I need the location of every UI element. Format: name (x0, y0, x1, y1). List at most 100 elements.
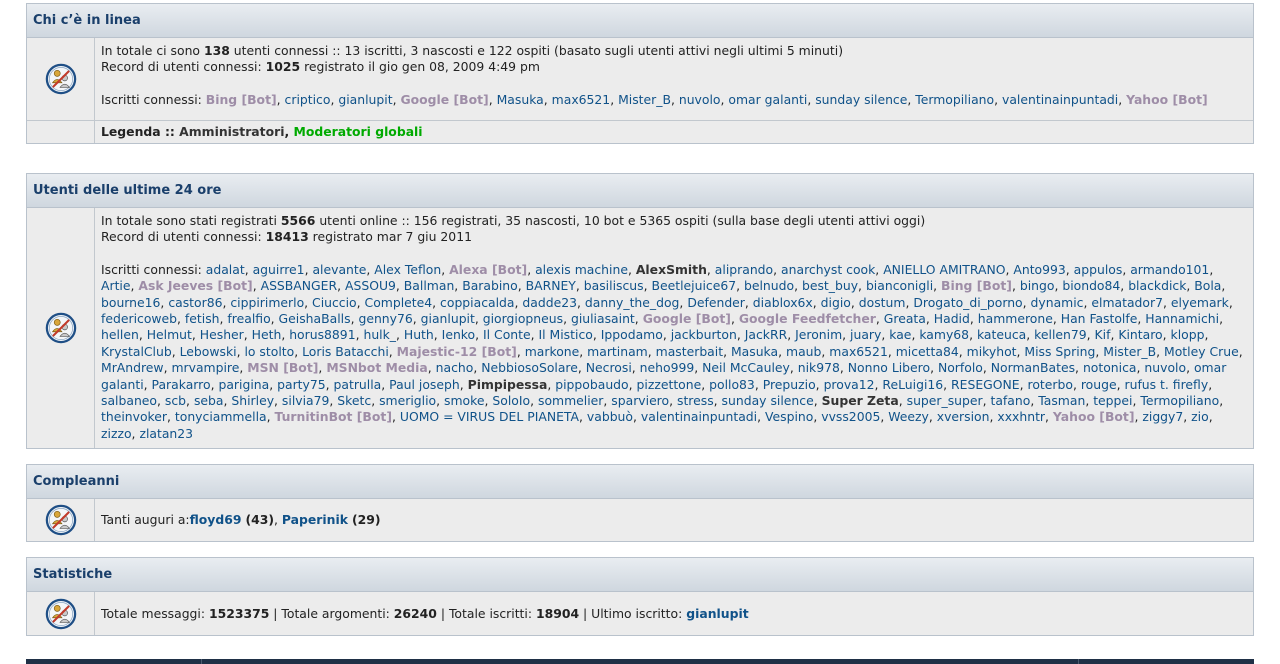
bot-link[interactable]: MSNbot Media (326, 360, 427, 375)
user-link[interactable]: Helmut (147, 327, 192, 342)
user-link[interactable]: Pimpipessa (468, 377, 548, 392)
user-link[interactable]: Tasman (1038, 393, 1085, 408)
user-link[interactable]: danny_the_dog (585, 295, 680, 310)
user-link[interactable]: Nonno Libero (848, 360, 930, 375)
user-link[interactable]: bourne16 (101, 295, 160, 310)
user-link[interactable]: Vespino (765, 409, 813, 424)
user-link[interactable]: Il Mistico (539, 327, 593, 342)
user-link[interactable]: jackburton (671, 327, 737, 342)
user-link[interactable]: rouge (1081, 377, 1117, 392)
user-link[interactable]: federicoweb (101, 311, 177, 326)
user-link[interactable]: nuvolo (1144, 360, 1186, 375)
user-link[interactable]: silvia79 (282, 393, 329, 408)
legend-administrators-link[interactable]: Amministratori (179, 124, 284, 139)
user-link[interactable]: Termopiliano (915, 92, 994, 107)
user-link[interactable]: criptico (285, 92, 331, 107)
user-link[interactable]: kateuca (977, 327, 1026, 342)
user-link[interactable]: parigina (218, 377, 269, 392)
user-link[interactable]: Anto993 (1013, 262, 1065, 277)
user-link[interactable]: Alex Teflon (374, 262, 441, 277)
user-link[interactable]: max6521 (829, 344, 888, 359)
user-link[interactable]: lo stolto (244, 344, 294, 359)
user-link[interactable]: zio (1191, 409, 1209, 424)
user-link[interactable]: valentinainpuntadi (1002, 92, 1118, 107)
newest-member-link[interactable]: gianlupit (686, 606, 748, 622)
user-link[interactable]: stress (677, 393, 714, 408)
user-link[interactable]: scb (165, 393, 186, 408)
user-link[interactable]: alexis machine (535, 262, 628, 277)
user-link[interactable]: mikyhot (967, 344, 1017, 359)
birthday-user-link[interactable]: Paperinik (282, 512, 348, 528)
user-link[interactable]: Prepuzio (763, 377, 816, 392)
user-link[interactable]: GeishaBalls (279, 311, 351, 326)
user-link[interactable]: armando101 (1130, 262, 1209, 277)
user-link[interactable]: markone (525, 344, 580, 359)
bot-link[interactable]: Yahoo [Bot] (1053, 409, 1135, 424)
user-link[interactable]: Neil McCauley (702, 360, 790, 375)
user-link[interactable]: Mister_B (1103, 344, 1156, 359)
user-link[interactable]: adalat (206, 262, 245, 277)
user-link[interactable]: KrystalClub (101, 344, 172, 359)
user-link[interactable]: appulos (1074, 262, 1123, 277)
user-link[interactable]: Miss Spring (1024, 344, 1095, 359)
user-link[interactable]: Mister_B (618, 92, 671, 107)
user-link[interactable]: ASSOU9 (345, 278, 396, 293)
user-link[interactable]: Motley Crue (1164, 344, 1239, 359)
bot-link[interactable]: Alexa [Bot] (449, 262, 527, 277)
user-link[interactable]: Complete4 (365, 295, 433, 310)
user-link[interactable]: theinvoker (101, 409, 167, 424)
bot-link[interactable]: Google [Bot] (643, 311, 731, 326)
user-link[interactable]: pizzettone (637, 377, 702, 392)
user-link[interactable]: Drogato_di_porno (913, 295, 1022, 310)
user-link[interactable]: bianconigli (866, 278, 933, 293)
user-link[interactable]: Super Zeta (822, 393, 899, 408)
user-link[interactable]: ReLuigi16 (882, 377, 943, 392)
user-link[interactable]: Kintaro (1118, 327, 1162, 342)
user-link[interactable]: super_super (907, 393, 983, 408)
user-link[interactable]: teppei (1093, 393, 1132, 408)
bot-link[interactable]: Bing [Bot] (941, 278, 1012, 293)
user-link[interactable]: Bola (1194, 278, 1221, 293)
user-link[interactable]: pollo83 (709, 377, 755, 392)
user-link[interactable]: Kif (1095, 327, 1111, 342)
user-link[interactable]: diablox6x (753, 295, 813, 310)
user-link[interactable]: kae (889, 327, 911, 342)
user-link[interactable]: Defender (687, 295, 745, 310)
user-link[interactable]: dynamic (1031, 295, 1084, 310)
user-link[interactable]: hellen (101, 327, 139, 342)
user-link[interactable]: maub (786, 344, 821, 359)
user-link[interactable]: salbaneo (101, 393, 157, 408)
user-link[interactable]: NebbiosoSolare (481, 360, 578, 375)
user-link[interactable]: sommelier (538, 393, 603, 408)
user-link[interactable]: Barabino (462, 278, 518, 293)
user-link[interactable]: zizzo (101, 426, 132, 441)
bot-link[interactable]: TurnitinBot [Bot] (275, 409, 392, 424)
user-link[interactable]: valentinainpuntadi (641, 409, 757, 424)
user-link[interactable]: pippobaudo (555, 377, 628, 392)
birthday-user-link[interactable]: floyd69 (190, 512, 242, 528)
user-link[interactable]: neho999 (640, 360, 695, 375)
user-link[interactable]: ANIELLO AMITRANO (883, 262, 1005, 277)
user-link[interactable]: belnudo (744, 278, 794, 293)
user-link[interactable]: rufus t. firefly (1125, 377, 1209, 392)
user-link[interactable]: aguirre1 (253, 262, 305, 277)
user-link[interactable]: zlatan23 (139, 426, 193, 441)
user-link[interactable]: giorgiopneus (483, 311, 563, 326)
user-link[interactable]: gianlupit (338, 92, 392, 107)
user-link[interactable]: aliprando (715, 262, 773, 277)
user-link[interactable]: best_buy (802, 278, 858, 293)
user-link[interactable]: Ienko (442, 327, 475, 342)
user-link[interactable]: horus8891 (289, 327, 355, 342)
user-link[interactable]: tafano (990, 393, 1030, 408)
user-link[interactable]: MrAndrew (101, 360, 164, 375)
user-link[interactable]: ASSBANGER (261, 278, 338, 293)
bot-link[interactable]: Majestic-12 [Bot] (397, 344, 517, 359)
user-link[interactable]: BARNEY (526, 278, 576, 293)
user-link[interactable]: Beetlejuice67 (651, 278, 736, 293)
user-link[interactable]: elyemark (1171, 295, 1229, 310)
user-link[interactable]: fetish (185, 311, 220, 326)
user-link[interactable]: Lebowski (180, 344, 237, 359)
user-link[interactable]: Ballman (404, 278, 455, 293)
user-link[interactable]: UOMO = VIRUS DEL PIANETA (400, 409, 579, 424)
user-link[interactable]: smeriglio (379, 393, 436, 408)
